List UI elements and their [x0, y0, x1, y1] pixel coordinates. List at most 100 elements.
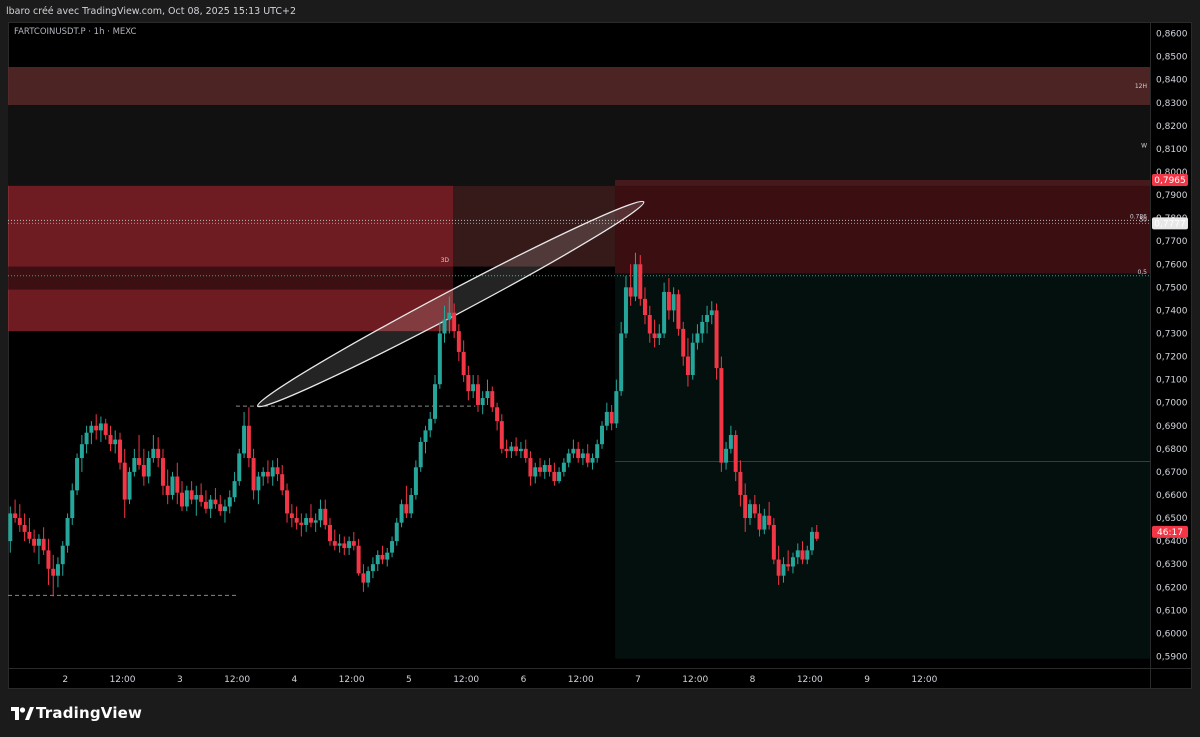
candle-body	[781, 564, 786, 576]
x-tick-label: 4	[291, 675, 297, 685]
candle-body	[308, 518, 313, 523]
candle-body	[633, 264, 638, 297]
y-tick-label: 0,6400	[1156, 537, 1188, 547]
candle-body	[795, 550, 800, 558]
tradingview-logo-text[interactable]: TradingView	[36, 704, 142, 722]
y-tick-label: 0,6500	[1156, 514, 1188, 524]
x-tick-label: 6	[521, 675, 527, 685]
candle-body	[184, 490, 189, 507]
x-tick-label: 7	[635, 675, 641, 685]
candle-body	[466, 374, 471, 392]
candle-body	[547, 464, 552, 472]
x-tick-label: 12:00	[453, 675, 479, 685]
y-tick-label: 0,8400	[1156, 76, 1188, 86]
candle-body	[390, 541, 395, 553]
candle-body	[433, 384, 438, 419]
candle-body	[800, 550, 805, 560]
candle-body	[261, 471, 266, 477]
candle-body	[299, 522, 304, 525]
tradingview-logo-icon[interactable]	[10, 705, 34, 723]
candle-body	[280, 474, 285, 491]
candle-body	[251, 458, 256, 491]
candle-body	[700, 321, 705, 334]
x-tick-label: 2	[62, 675, 68, 685]
price-tag-label: 0,7777	[1154, 219, 1186, 229]
candle-body	[199, 494, 204, 502]
candle-body	[156, 448, 161, 459]
candle-body	[600, 425, 605, 445]
candle-body	[84, 432, 89, 445]
candle-body	[456, 331, 461, 352]
candle-body	[642, 298, 647, 316]
candle-body	[418, 441, 423, 468]
price-chart[interactable]: 12HW3D0.786500,50,59000,60000,61000,6200…	[0, 0, 1200, 737]
candle-body	[94, 425, 99, 431]
candle-body	[323, 508, 328, 525]
candle-body	[375, 554, 380, 565]
candle-body	[175, 476, 180, 493]
candle-body	[70, 490, 75, 519]
candle-body	[495, 407, 500, 422]
y-tick-label: 0,7400	[1156, 306, 1188, 316]
candle-body	[203, 501, 208, 509]
candle-body	[748, 504, 753, 519]
y-tick-label: 0,8200	[1156, 122, 1188, 132]
candle-body	[409, 494, 414, 514]
x-tick-label: 12:00	[339, 675, 365, 685]
candle-body	[590, 458, 595, 463]
candle-body	[32, 538, 37, 546]
candle-body	[361, 573, 366, 583]
candle-body	[146, 458, 151, 477]
candle-body	[246, 425, 251, 459]
candle-body	[542, 464, 547, 472]
x-tick-label: 12:00	[568, 675, 594, 685]
y-tick-label: 0,7300	[1156, 329, 1188, 339]
zone-label-12h: 12H	[1135, 83, 1147, 90]
candle-body	[790, 557, 795, 567]
y-tick-label: 0,7100	[1156, 376, 1188, 386]
candle-body	[17, 518, 22, 525]
candle-body	[318, 508, 323, 521]
candle-body	[666, 291, 671, 311]
y-tick-label: 0,6000	[1156, 629, 1188, 639]
candle-body	[685, 356, 690, 375]
y-tick-label: 0,6800	[1156, 445, 1188, 455]
candle-body	[141, 464, 146, 477]
candle-body	[65, 518, 70, 546]
candle-body	[676, 294, 681, 329]
y-tick-label: 0,7600	[1156, 260, 1188, 270]
candle-body	[786, 564, 791, 567]
price-tag-label: 0,7965	[1154, 176, 1186, 186]
y-tick-label: 0,6100	[1156, 606, 1188, 616]
candle-body	[179, 492, 184, 507]
candle-body	[132, 458, 137, 472]
x-tick-label: 5	[406, 675, 412, 685]
candle-body	[265, 471, 270, 477]
candle-body	[98, 423, 103, 431]
candle-body	[638, 264, 643, 299]
y-tick-label: 0,5900	[1156, 652, 1188, 662]
candle-body	[709, 310, 714, 316]
candle-body	[528, 458, 533, 477]
candle-body	[351, 541, 356, 546]
candle-body	[337, 543, 342, 546]
candle-body	[767, 515, 772, 525]
candle-body	[285, 490, 290, 514]
symbol-label[interactable]: FARTCOINUSDT.P · 1h · MEXC	[14, 27, 136, 37]
candle-body	[137, 458, 142, 465]
candle-body	[671, 294, 676, 311]
candle-body	[533, 467, 538, 477]
candle-body	[22, 524, 27, 532]
candle-body	[108, 434, 113, 445]
y-tick-label: 0,6600	[1156, 491, 1188, 501]
y-tick-label: 0,7200	[1156, 353, 1188, 363]
candle-body	[609, 411, 614, 424]
candle-body	[762, 515, 767, 530]
candle-body	[561, 462, 566, 472]
x-tick-label: 12:00	[797, 675, 823, 685]
candle-body	[122, 462, 127, 500]
candle-body	[327, 524, 332, 542]
candle-body	[289, 513, 294, 519]
candle-body	[404, 504, 409, 514]
candle-body	[595, 444, 600, 459]
